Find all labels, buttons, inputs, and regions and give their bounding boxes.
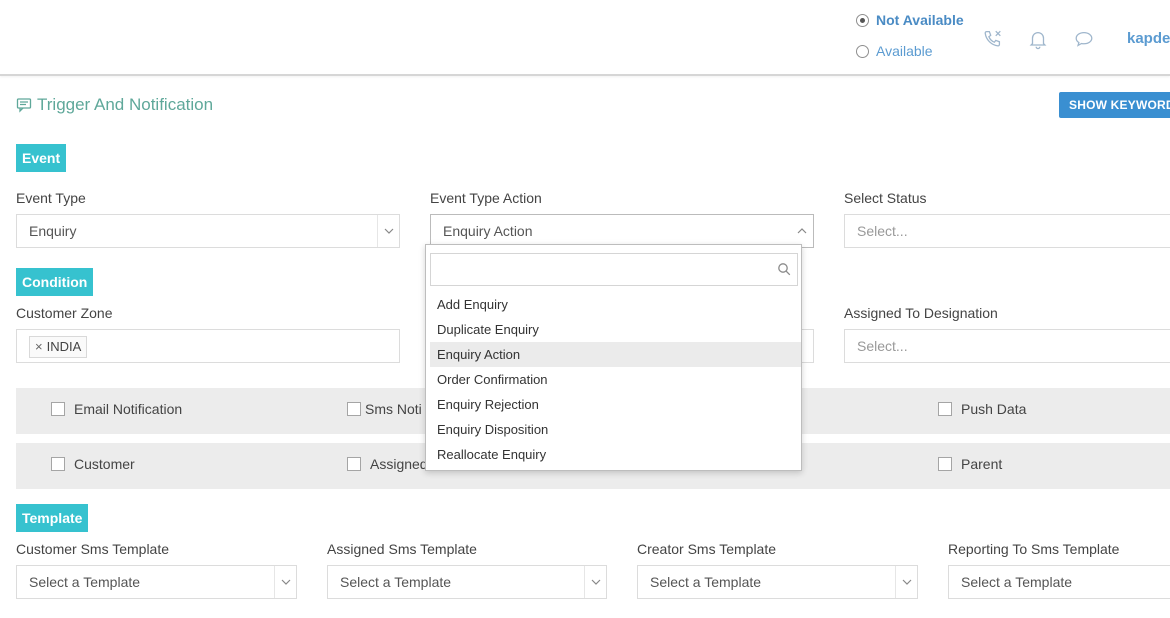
dropdown-option-reallocate-enquiry[interactable]: Reallocate Enquiry: [430, 442, 801, 467]
username-label[interactable]: kapde: [1127, 30, 1170, 47]
assigned-sms-template-label: Assigned Sms Template: [327, 541, 477, 557]
chevron-up-icon: [791, 215, 813, 247]
customer-sms-template-select[interactable]: Select a Template: [16, 565, 297, 599]
reporting-sms-template-label: Reporting To Sms Template: [948, 541, 1120, 557]
bell-icon[interactable]: [1027, 28, 1049, 50]
event-type-label: Event Type: [16, 190, 86, 206]
status-not-available-radio[interactable]: [856, 13, 869, 27]
customer-sms-template-value: Select a Template: [29, 574, 141, 590]
assigned-designation-label: Assigned To Designation: [844, 305, 998, 321]
event-type-value: Enquiry: [29, 223, 77, 239]
event-type-action-select[interactable]: Enquiry Action: [430, 214, 814, 248]
checkbox-label: Parent: [961, 456, 1003, 472]
event-type-select[interactable]: Enquiry: [16, 214, 400, 248]
creator-sms-template-value: Select a Template: [650, 574, 762, 590]
zone-tag-india: × INDIA: [29, 336, 88, 358]
page-title-text: Trigger And Notification: [37, 95, 214, 114]
email-notification-checkbox[interactable]: Email Notification: [51, 401, 182, 417]
assigned-sms-template-value: Select a Template: [340, 574, 452, 590]
chat-icon[interactable]: [1073, 28, 1095, 50]
parent-checkbox[interactable]: Parent: [938, 456, 1002, 472]
select-status-placeholder: Select...: [857, 223, 908, 239]
customer-sms-template-label: Customer Sms Template: [16, 541, 170, 557]
checkbox-box[interactable]: [347, 402, 361, 416]
zone-tag-label: INDIA: [46, 339, 82, 354]
assigned-designation-placeholder: Select...: [857, 338, 908, 354]
reporting-sms-template-value: Select a Template: [961, 574, 1073, 590]
dropdown-options-list: Add Enquiry Duplicate Enquiry Enquiry Acti…: [430, 292, 801, 467]
checkbox-label: Assigned: [370, 456, 428, 472]
event-type-action-dropdown: Add Enquiry Duplicate Enquiry Enquiry Acti…: [425, 244, 802, 471]
checkbox-label: Email Notification: [74, 401, 183, 417]
assigned-checkbox[interactable]: Assigned: [347, 456, 428, 472]
availability-status-group: Not Available Available: [856, 10, 964, 72]
status-available-radio[interactable]: [856, 44, 869, 58]
customer-checkbox[interactable]: Customer: [51, 456, 135, 472]
creator-sms-template-select[interactable]: Select a Template: [637, 565, 918, 599]
select-status-label: Select Status: [844, 190, 927, 206]
status-available-option[interactable]: Available: [856, 41, 964, 61]
assigned-sms-template-select[interactable]: Select a Template: [327, 565, 607, 599]
message-icon: [16, 98, 32, 113]
checkbox-box[interactable]: [51, 457, 65, 471]
top-bar: Not Available Available kapde: [0, 0, 1170, 76]
checkbox-label: Customer: [74, 456, 135, 472]
checkbox-box[interactable]: [938, 402, 952, 416]
customer-zone-multiselect[interactable]: × INDIA: [16, 329, 400, 363]
checkbox-box[interactable]: [347, 457, 361, 471]
template-section-badge: Template: [16, 504, 89, 532]
sms-notification-checkbox[interactable]: Sms Noti: [347, 401, 422, 417]
checkbox-box[interactable]: [938, 457, 952, 471]
push-data-checkbox[interactable]: Push Data: [938, 401, 1026, 417]
show-keyword-button[interactable]: SHOW KEYWORD: [1059, 92, 1170, 118]
page-title: Trigger And Notification: [16, 95, 213, 115]
event-section-badge: Event: [16, 144, 67, 172]
customer-zone-label: Customer Zone: [16, 305, 113, 321]
condition-section-badge: Condition: [16, 268, 94, 296]
checkbox-label: Push Data: [961, 401, 1027, 417]
chevron-down-icon: [274, 566, 296, 598]
dropdown-option-enquiry-action[interactable]: Enquiry Action: [430, 342, 801, 367]
dropdown-option-duplicate-enquiry[interactable]: Duplicate Enquiry: [430, 317, 801, 342]
dropdown-option-order-confirmation[interactable]: Order Confirmation: [430, 367, 801, 392]
checkbox-box[interactable]: [51, 402, 65, 416]
checkbox-label: Sms Noti: [365, 401, 422, 417]
dropdown-search-input[interactable]: [430, 253, 798, 286]
event-type-action-label: Event Type Action: [430, 190, 542, 206]
status-not-available-label: Not Available: [876, 12, 964, 28]
chevron-down-icon: [895, 566, 917, 598]
assigned-designation-select[interactable]: Select...: [844, 329, 1170, 363]
dropdown-option-add-enquiry[interactable]: Add Enquiry: [430, 292, 801, 317]
status-available-label: Available: [876, 43, 933, 59]
dropdown-option-enquiry-disposition[interactable]: Enquiry Disposition: [430, 417, 801, 442]
select-status-select[interactable]: Select...: [844, 214, 1170, 248]
reporting-sms-template-select[interactable]: Select a Template: [948, 565, 1170, 599]
creator-sms-template-label: Creator Sms Template: [637, 541, 777, 557]
search-icon: [778, 263, 791, 276]
chevron-down-icon: [584, 566, 606, 598]
event-type-action-value: Enquiry Action: [443, 223, 533, 239]
dropdown-option-enquiry-rejection[interactable]: Enquiry Rejection: [430, 392, 801, 417]
status-not-available-option[interactable]: Not Available: [856, 10, 964, 30]
phone-icon[interactable]: [982, 28, 1004, 50]
remove-tag-icon[interactable]: ×: [35, 337, 43, 357]
chevron-down-icon: [377, 215, 399, 247]
